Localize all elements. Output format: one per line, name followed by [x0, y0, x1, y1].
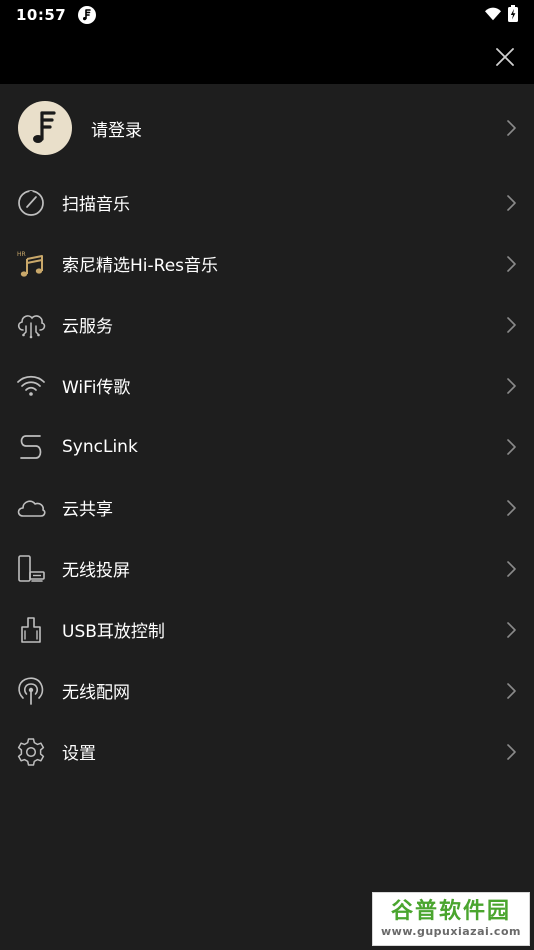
menu-item-cloud-service[interactable]: 云服务	[0, 294, 534, 355]
chevron-right-icon	[506, 377, 518, 395]
menu-item-label: USB耳放控制	[62, 622, 165, 642]
status-icons	[484, 4, 518, 26]
menu-item-wifi-transfer[interactable]: WiFi传歌	[0, 355, 534, 416]
cast-device-icon	[16, 554, 46, 584]
cloud-circuit-icon	[16, 310, 46, 340]
hires-note-icon: HR	[16, 249, 46, 279]
wifi-icon	[484, 6, 502, 25]
chevron-right-icon	[506, 316, 518, 334]
menu-item-label: 无线配网	[62, 683, 130, 703]
menu-item-label: 扫描音乐	[62, 195, 130, 215]
menu-item-label: 云共享	[62, 500, 113, 520]
menu-item-cloud-share[interactable]: 云共享	[0, 477, 534, 538]
menu-item-scan-music[interactable]: 扫描音乐	[0, 172, 534, 233]
menu-item-label: 云服务	[62, 317, 113, 337]
scan-dial-icon	[16, 188, 46, 218]
chevron-right-icon	[506, 255, 518, 273]
status-bar: 10:57	[0, 0, 534, 30]
wifi-icon	[16, 371, 46, 401]
chevron-right-icon	[506, 499, 518, 517]
watermark-logo: 谷普软件园 www.gupuxiazai.com	[372, 892, 530, 946]
drawer-page: 10:57 请登录 扫描音乐 HR 索尼精选Hi-Res音乐 云服务 WiFi传…	[0, 0, 534, 950]
menu-item-synclink[interactable]: SyncLink	[0, 416, 534, 477]
status-time: 10:57	[16, 6, 67, 24]
drawer-menu: 请登录 扫描音乐 HR 索尼精选Hi-Res音乐 云服务 WiFi传歌 Sync…	[0, 84, 534, 782]
broadcast-antenna-icon	[16, 676, 46, 706]
gear-icon	[16, 737, 46, 767]
synclink-s-icon	[16, 432, 46, 462]
app-notification-icon	[78, 6, 97, 24]
chevron-right-icon	[506, 743, 518, 761]
login-label: 请登录	[91, 120, 142, 141]
chevron-right-icon	[506, 682, 518, 700]
menu-item-label: WiFi传歌	[62, 378, 131, 398]
music-note-logo-icon	[33, 111, 56, 143]
close-icon	[496, 48, 514, 66]
usb-dac-icon	[16, 615, 46, 645]
menu-item-settings[interactable]: 设置	[0, 721, 534, 782]
chevron-right-icon	[506, 194, 518, 212]
menu-item-wireless-cast[interactable]: 无线投屏	[0, 538, 534, 599]
menu-item-label: 无线投屏	[62, 561, 130, 581]
menu-item-label: SyncLink	[62, 436, 138, 457]
menu-item-usb-dac[interactable]: USB耳放控制	[0, 599, 534, 660]
avatar	[18, 101, 72, 155]
menu-item-wireless-network[interactable]: 无线配网	[0, 660, 534, 721]
menu-item-label: 设置	[62, 744, 96, 764]
watermark-url: www.gupuxiazai.com	[381, 925, 521, 938]
close-button[interactable]	[490, 42, 520, 72]
drawer-header	[0, 30, 534, 84]
chevron-right-icon	[506, 119, 518, 137]
menu-item-sony-hires[interactable]: HR 索尼精选Hi-Res音乐	[0, 233, 534, 294]
cloud-icon	[16, 493, 46, 523]
login-row[interactable]: 请登录	[0, 84, 534, 172]
chevron-right-icon	[506, 621, 518, 639]
battery-charging-icon	[508, 4, 518, 26]
chevron-right-icon	[506, 560, 518, 578]
chevron-right-icon	[506, 438, 518, 456]
svg-text:HR: HR	[17, 251, 26, 258]
watermark-title: 谷普软件园	[390, 899, 511, 924]
menu-item-label: 索尼精选Hi-Res音乐	[62, 256, 219, 276]
